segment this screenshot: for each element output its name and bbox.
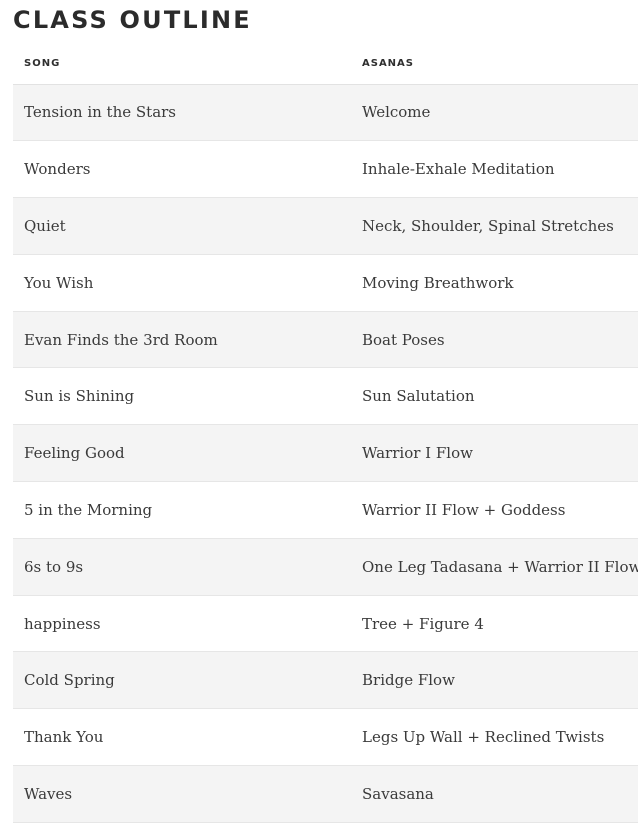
header-row: SONG ASANAS bbox=[13, 43, 638, 85]
song-cell: Cold Spring bbox=[13, 651, 351, 710]
table-row: Feeling Good Warrior I Flow bbox=[13, 424, 638, 483]
table-row: 5 in the Morning Warrior II Flow + Godde… bbox=[13, 481, 638, 539]
asana-cell: Savasana bbox=[351, 765, 638, 823]
asana-cell: Inhale-Exhale Meditation bbox=[351, 140, 638, 199]
song-cell: Quiet bbox=[13, 197, 351, 255]
song-cell: Feeling Good bbox=[13, 424, 351, 483]
table-row: Evan Finds the 3rd Room Boat Poses bbox=[13, 311, 638, 369]
asana-cell: Legs Up Wall + Reclined Twists bbox=[351, 708, 638, 767]
table-row: 6s to 9s One Leg Tadasana + Warrior II F… bbox=[13, 538, 638, 596]
page-title: CLASS OUTLINE bbox=[13, 6, 252, 34]
table-row: Thank You Legs Up Wall + Reclined Twists bbox=[13, 708, 638, 767]
asana-cell: Moving Breathwork bbox=[351, 254, 638, 312]
asana-cell: Welcome bbox=[351, 84, 638, 142]
table-row: Cold Spring Bridge Flow bbox=[13, 651, 638, 710]
asana-cell: Bridge Flow bbox=[351, 651, 638, 710]
song-cell: You Wish bbox=[13, 254, 351, 312]
asana-cell: Warrior I Flow bbox=[351, 424, 638, 483]
table-row: You Wish Moving Breathwork bbox=[13, 254, 638, 312]
class-outline-table: SONG ASANAS Tension in the Stars Welcome… bbox=[13, 43, 638, 823]
song-cell: Sun is Shining bbox=[13, 367, 351, 426]
asana-cell: Boat Poses bbox=[351, 311, 638, 369]
song-cell: Wonders bbox=[13, 140, 351, 199]
column-header-asanas: ASANAS bbox=[351, 43, 638, 85]
song-cell: Waves bbox=[13, 765, 351, 823]
table-row: Tension in the Stars Welcome bbox=[13, 84, 638, 142]
asana-cell: One Leg Tadasana + Warrior II Flow bbox=[351, 538, 638, 596]
song-cell: Tension in the Stars bbox=[13, 84, 351, 142]
song-cell: happiness bbox=[13, 595, 351, 653]
song-cell: Evan Finds the 3rd Room bbox=[13, 311, 351, 369]
column-header-song: SONG bbox=[13, 43, 351, 85]
song-cell: Thank You bbox=[13, 708, 351, 767]
table-row: Quiet Neck, Shoulder, Spinal Stretches bbox=[13, 197, 638, 255]
song-cell: 5 in the Morning bbox=[13, 481, 351, 539]
table-body: Tension in the Stars Welcome Wonders Inh… bbox=[13, 84, 638, 823]
asana-cell: Tree + Figure 4 bbox=[351, 595, 638, 653]
asana-cell: Neck, Shoulder, Spinal Stretches bbox=[351, 197, 638, 255]
asana-cell: Warrior II Flow + Goddess bbox=[351, 481, 638, 539]
table-row: Waves Savasana bbox=[13, 765, 638, 823]
table-row: happiness Tree + Figure 4 bbox=[13, 595, 638, 653]
table-header: SONG ASANAS bbox=[13, 43, 638, 85]
song-cell: 6s to 9s bbox=[13, 538, 351, 596]
asana-cell: Sun Salutation bbox=[351, 367, 638, 426]
table-row: Sun is Shining Sun Salutation bbox=[13, 367, 638, 426]
table-row: Wonders Inhale-Exhale Meditation bbox=[13, 140, 638, 199]
